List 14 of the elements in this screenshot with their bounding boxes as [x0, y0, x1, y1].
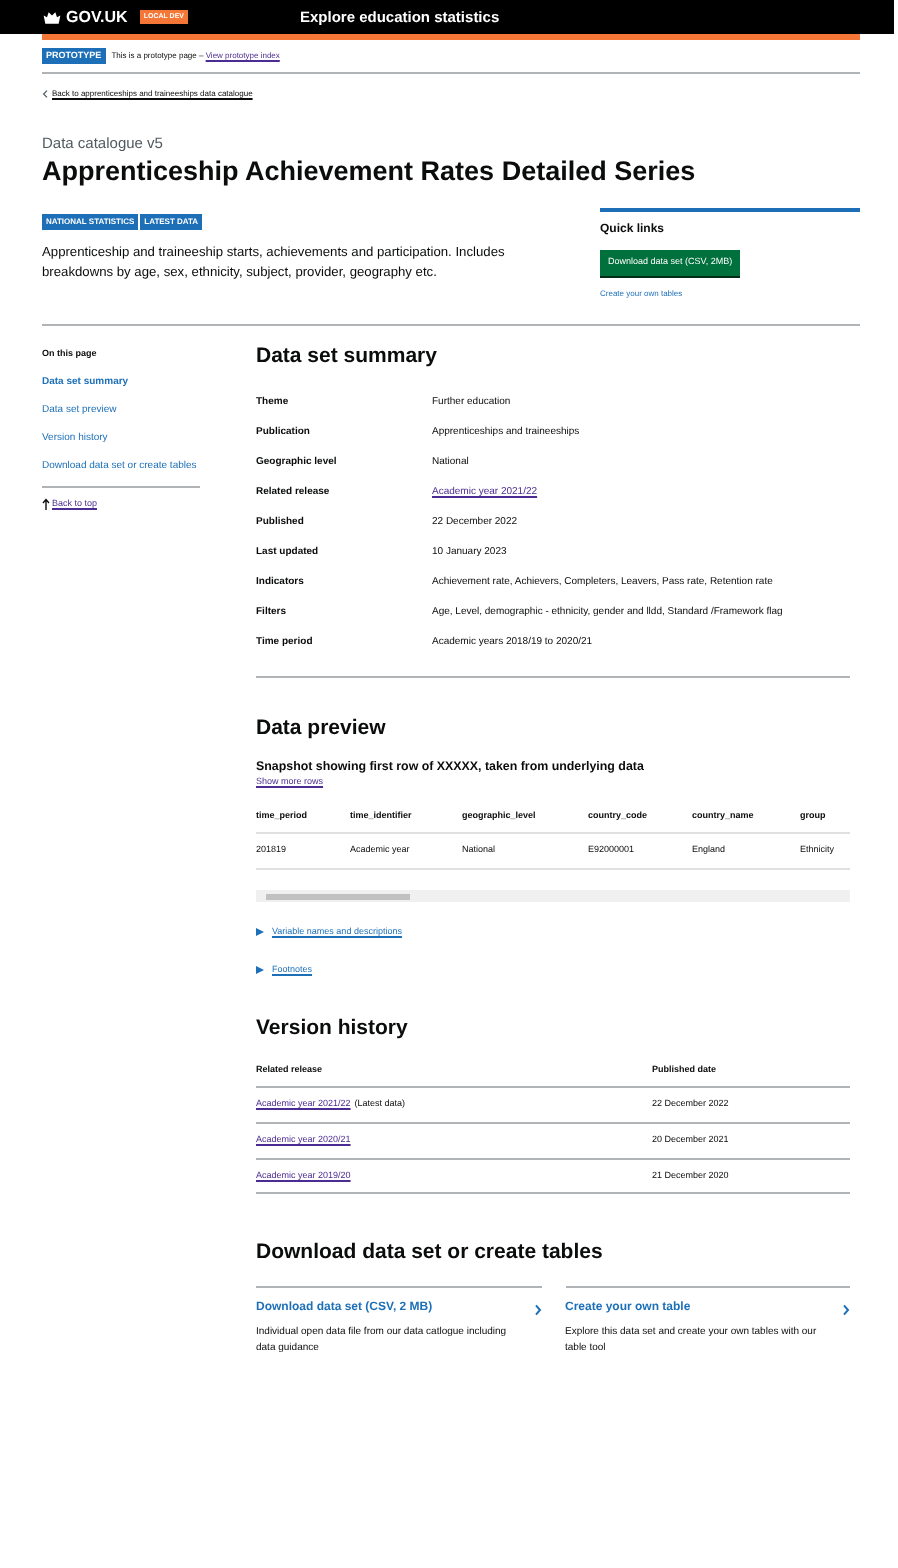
- section-heading: Download data set or create tables: [256, 1238, 605, 1269]
- page-title: Apprenticeship Achievement Rates Detailed Series: [42, 156, 698, 189]
- chevron-icon: [842, 1303, 850, 1316]
- up-arrow-icon: [42, 498, 50, 511]
- chevron-icon: [533, 1303, 541, 1316]
- section-heading: Data preview: [256, 713, 388, 744]
- logo-text[interactable]: GOV.UK: [66, 5, 128, 29]
- triangle-icon: [256, 928, 264, 937]
- triangle-icon: [256, 966, 264, 975]
- back-chevron-icon: [42, 90, 48, 98]
- crown-icon: [42, 9, 62, 25]
- section-heading: Version history: [256, 1013, 410, 1044]
- horizontal-scrollbar[interactable]: [256, 890, 850, 903]
- section-heading: Data set summary: [256, 342, 439, 372]
